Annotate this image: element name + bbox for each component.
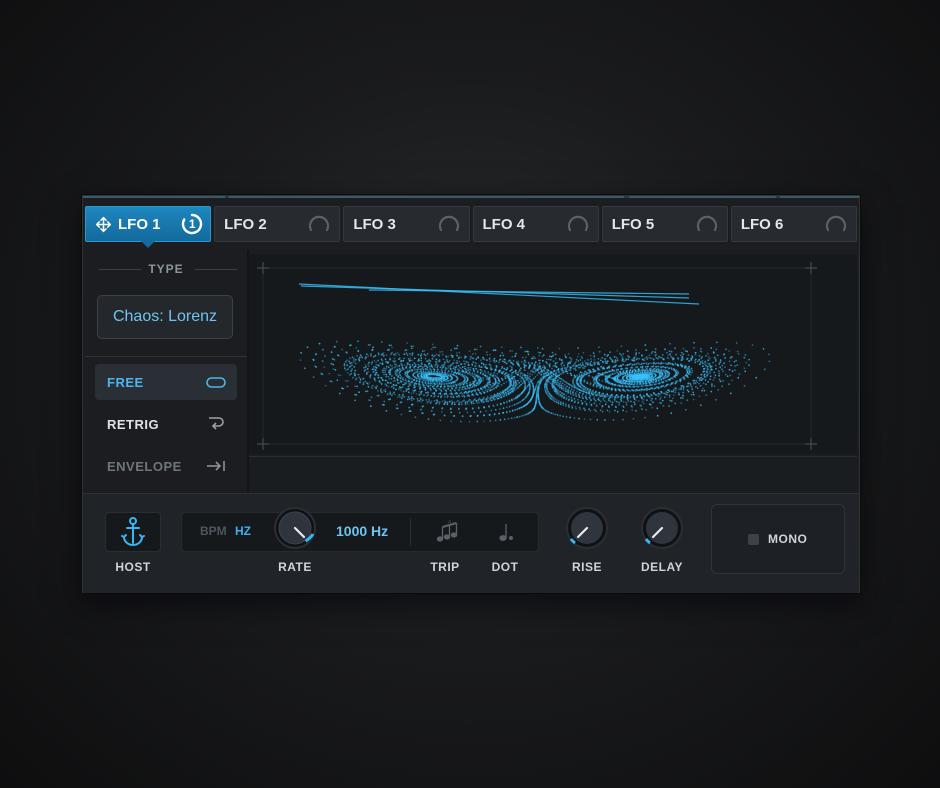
rate-value[interactable]: 1000 Hz — [336, 523, 388, 539]
tab-label: LFO 6 — [741, 216, 784, 233]
lfo-type-selector[interactable]: Chaos: Lorenz — [97, 295, 233, 339]
svg-text:3: 3 — [448, 520, 451, 525]
modulation-ring-icon — [308, 213, 330, 235]
badge-count: 1 — [181, 213, 203, 235]
loop-icon — [205, 373, 227, 391]
tab-label: LFO 3 — [353, 216, 396, 233]
type-header: TYPE — [85, 262, 247, 276]
modulation-ring-icon — [825, 213, 847, 235]
mode-free-button[interactable]: FREE — [95, 364, 237, 400]
tab-lfo-1[interactable]: LFO 1 1 — [85, 206, 211, 242]
anchor-icon — [106, 513, 160, 551]
modulation-ring-icon — [438, 213, 460, 235]
rise-knob[interactable] — [561, 503, 613, 553]
tab-label: LFO 5 — [612, 216, 655, 233]
divider — [85, 356, 247, 357]
mode-label: FREE — [107, 375, 144, 390]
tab-lfo-3[interactable]: LFO 3 — [343, 206, 469, 242]
tab-lfo-6[interactable]: LFO 6 — [731, 206, 857, 242]
move-drag-icon[interactable] — [95, 216, 112, 233]
active-tab-pointer — [141, 241, 155, 248]
mono-toggle-panel: MONO — [711, 504, 845, 574]
lfo-tab-bar: LFO 1 1 LFO 2 LFO 3 LFO 4 LFO 5 LFO 6 — [85, 206, 857, 242]
tab-label: LFO 2 — [224, 216, 267, 233]
lorenz-attractor-plot — [249, 254, 857, 454]
triplet-note-icon[interactable]: 3 — [435, 520, 459, 544]
trip-label: TRIP — [423, 560, 467, 574]
tab-lfo-5[interactable]: LFO 5 — [602, 206, 728, 242]
modulation-ring-icon — [696, 213, 718, 235]
rate-knob[interactable] — [269, 503, 321, 553]
lfo-type-column: TYPE Chaos: Lorenz FREE RETRIG ENVELOPE — [85, 250, 247, 492]
arrow-to-line-icon — [205, 457, 227, 475]
delay-label: DELAY — [636, 560, 688, 574]
host-label: HOST — [105, 560, 161, 574]
tab-label: LFO 1 — [118, 216, 161, 233]
delay-knob[interactable] — [636, 503, 688, 553]
tab-lfo-4[interactable]: LFO 4 — [473, 206, 599, 242]
tab-lfo-2[interactable]: LFO 2 — [214, 206, 340, 242]
rise-label: RISE — [561, 560, 613, 574]
dot-label: DOT — [483, 560, 527, 574]
dotted-note-icon[interactable] — [494, 520, 518, 544]
modulation-count-badge: 1 — [181, 213, 203, 235]
scope-footer-strip — [249, 456, 857, 493]
modulation-ring-icon — [567, 213, 589, 235]
mode-retrig-button[interactable]: RETRIG — [95, 406, 237, 442]
mono-label[interactable]: MONO — [768, 532, 807, 546]
mode-envelope-button[interactable]: ENVELOPE — [95, 448, 237, 484]
host-sync-button[interactable] — [105, 512, 161, 552]
mono-checkbox[interactable] — [748, 534, 759, 545]
mode-label: RETRIG — [107, 417, 159, 432]
bpm-toggle[interactable]: BPM — [200, 524, 227, 538]
panel-top-accent — [83, 196, 859, 198]
mode-label: ENVELOPE — [107, 459, 182, 474]
tab-label: LFO 4 — [483, 216, 526, 233]
hz-toggle[interactable]: HZ — [235, 524, 251, 538]
rate-label: RATE — [269, 560, 321, 574]
divider — [410, 519, 411, 545]
lfo-controls-bar: HOST BPM HZ 1000 Hz 3 RATE TRIP DOT RISE… — [83, 493, 859, 593]
retrigger-arrow-icon — [205, 415, 227, 433]
rate-control-bar: BPM HZ 1000 Hz 3 — [181, 512, 539, 552]
lfo-panel: LFO 1 1 LFO 2 LFO 3 LFO 4 LFO 5 LFO 6 TY… — [82, 195, 860, 593]
lfo-scope-display — [249, 254, 857, 454]
